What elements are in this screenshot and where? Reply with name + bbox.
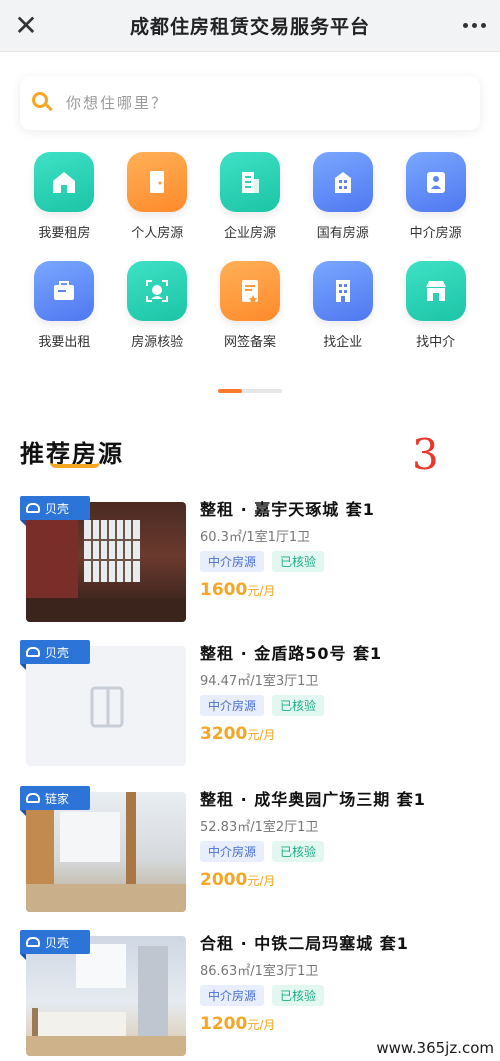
- service-find-company[interactable]: 找企业: [296, 261, 389, 350]
- listing-photo-placeholder: [26, 646, 186, 766]
- listing-photo: [26, 502, 186, 622]
- listing-price: 1200元/月: [200, 1014, 276, 1034]
- tag-verified: 已核验: [272, 985, 325, 1006]
- state-building-icon: [312, 152, 373, 212]
- listing-price: 3200元/月: [200, 724, 276, 744]
- site-watermark: www.365jz.com: [376, 1039, 494, 1057]
- search-icon: [32, 92, 54, 114]
- section-title: 推荐房源: [20, 434, 124, 469]
- service-online-contract[interactable]: 网签备案: [204, 261, 297, 350]
- top-bar: ✕ 成都住房租赁交易服务平台: [0, 0, 500, 52]
- source-badge: 贝壳: [20, 496, 90, 520]
- search-box[interactable]: [20, 76, 480, 130]
- listing-title: 整租 · 嘉宇天琢城 套1: [200, 500, 375, 519]
- source-badge: 链家: [20, 786, 90, 810]
- service-agent-listings[interactable]: 中介房源: [389, 152, 482, 241]
- shell-icon: [26, 937, 40, 947]
- service-label: 网签备案: [223, 335, 276, 350]
- listing-spec: 52.83㎡/1室2厅1卫: [200, 820, 319, 835]
- verify-face-icon: [127, 261, 188, 321]
- listing-spec: 94.47㎡/1室3厅1卫: [200, 674, 319, 689]
- service-label: 房源核验: [131, 335, 184, 350]
- listing-price: 1600元/月: [200, 580, 276, 600]
- listing-photo: [26, 792, 186, 912]
- rent-out-icon: [34, 261, 95, 321]
- house-badge-icon: [26, 793, 40, 803]
- service-label: 我要租房: [38, 226, 91, 241]
- service-grid: 我要租房 个人房源 企业房源 国有房源 中介房源 我要出租 房源核验 网签备案 …: [18, 152, 482, 350]
- service-state-listings[interactable]: 国有房源: [296, 152, 389, 241]
- shop-icon: [405, 261, 466, 321]
- shell-icon: [26, 503, 40, 513]
- tag-agent: 中介房源: [200, 985, 265, 1006]
- building-icon: [219, 152, 280, 212]
- agent-icon: [405, 152, 466, 212]
- listing-card[interactable]: 贝壳 整租 · 嘉宇天琢城 套1 60.3㎡/1室1厅1卫 中介房源 已核验 16…: [20, 496, 480, 624]
- service-personal-listings[interactable]: 个人房源: [111, 152, 204, 241]
- service-label: 国有房源: [316, 226, 369, 241]
- service-label: 企业房源: [223, 226, 276, 241]
- listing-title: 合租 · 中铁二局玛塞城 套1: [200, 934, 409, 953]
- page-title: 成都住房租赁交易服务平台: [129, 16, 370, 38]
- grid-page-indicator: [218, 389, 282, 393]
- service-rent-out[interactable]: 我要出租: [18, 261, 111, 350]
- service-rent-house[interactable]: 我要租房: [18, 152, 111, 241]
- page-indicator-active: [218, 389, 242, 393]
- listing-photo: [26, 936, 186, 1056]
- service-label: 我要出租: [38, 335, 91, 350]
- more-menu-icon[interactable]: [448, 0, 500, 52]
- listing-title: 整租 · 金盾路50号 套1: [200, 644, 383, 663]
- tag-verified: 已核验: [272, 695, 325, 716]
- listing-title: 整租 · 成华奥园广场三期 套1: [200, 790, 426, 809]
- service-listing-verify[interactable]: 房源核验: [111, 261, 204, 350]
- search-input[interactable]: [66, 94, 446, 112]
- service-label: 中介房源: [409, 226, 462, 241]
- tag-agent: 中介房源: [200, 551, 265, 572]
- page-annotation: 3: [412, 430, 439, 479]
- listing-card[interactable]: 贝壳 整租 · 金盾路50号 套1 94.47㎡/1室3厅1卫 中介房源 已核验 …: [20, 640, 480, 768]
- service-find-agent[interactable]: 找中介: [389, 261, 482, 350]
- service-enterprise-listings[interactable]: 企业房源: [204, 152, 297, 241]
- title-underline: [50, 462, 100, 468]
- listing-spec: 60.3㎡/1室1厅1卫: [200, 530, 311, 545]
- house-icon: [34, 152, 95, 212]
- source-badge: 贝壳: [20, 640, 90, 664]
- door-icon: [127, 152, 188, 212]
- service-label: 找中介: [416, 335, 456, 350]
- service-label: 找企业: [323, 335, 363, 350]
- source-badge: 贝壳: [20, 930, 90, 954]
- company-icon: [312, 261, 373, 321]
- tag-agent: 中介房源: [200, 841, 265, 862]
- tag-verified: 已核验: [272, 551, 325, 572]
- listing-price: 2000元/月: [200, 870, 276, 890]
- shell-icon: [26, 647, 40, 657]
- tag-verified: 已核验: [272, 841, 325, 862]
- tag-agent: 中介房源: [200, 695, 265, 716]
- contract-icon: [219, 261, 280, 321]
- service-label: 个人房源: [131, 226, 184, 241]
- listing-spec: 86.63㎡/1室3厅1卫: [200, 964, 319, 979]
- close-icon[interactable]: ✕: [0, 0, 52, 52]
- listing-card[interactable]: 链家 整租 · 成华奥园广场三期 套1 52.83㎡/1室2厅1卫 中介房源 已核…: [20, 786, 480, 914]
